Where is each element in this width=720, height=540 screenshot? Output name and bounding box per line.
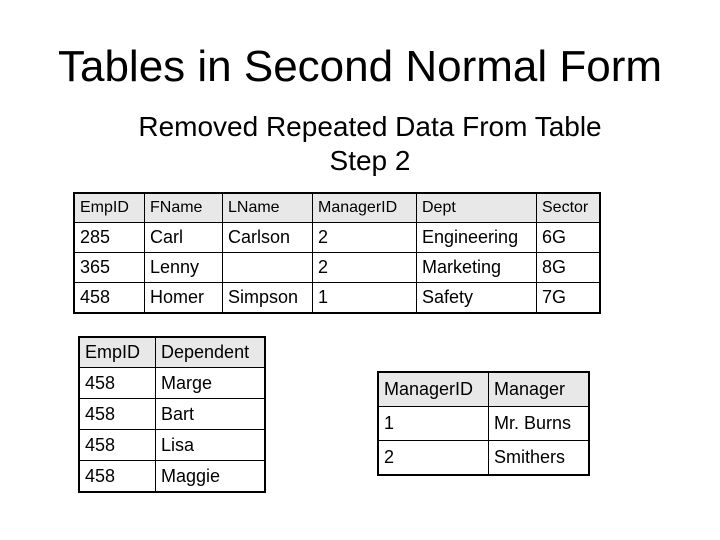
table-header-row: ManagerID Manager: [377, 371, 590, 407]
header-cell: LName: [222, 192, 313, 223]
table-cell: 458: [78, 429, 156, 461]
header-cell: EmpID: [78, 336, 156, 368]
header-cell: FName: [144, 192, 223, 223]
table-row: 285 Carl Carlson 2 Engineering 6G: [73, 222, 601, 253]
table-cell: Marketing: [416, 252, 537, 283]
table-cell: 458: [73, 282, 145, 314]
table-cell: 285: [73, 222, 145, 253]
table-cell: Safety: [416, 282, 537, 314]
slide-subtitle: Removed Repeated Data From Table Step 2: [0, 110, 720, 178]
table-cell: 2: [312, 222, 417, 253]
table-cell: 2: [312, 252, 417, 283]
table-cell: 1: [312, 282, 417, 314]
table-row: 2 Smithers: [377, 440, 590, 476]
header-cell: ManagerID: [377, 371, 489, 407]
table-row: 458 Marge: [78, 367, 266, 399]
table-cell: Carlson: [222, 222, 313, 253]
table-header-row: EmpID Dependent: [78, 336, 266, 368]
table-cell: 8G: [536, 252, 601, 283]
table-cell: Maggie: [155, 460, 266, 493]
table-cell: [222, 252, 313, 283]
subtitle-line-2: Step 2: [329, 145, 411, 176]
table-row: 458 Maggie: [78, 460, 266, 493]
employee-table: EmpID FName LName ManagerID Dept Sector …: [73, 192, 601, 314]
subtitle-line-1: Removed Repeated Data From Table: [138, 111, 602, 142]
table-cell: Marge: [155, 367, 266, 399]
table-row: 1 Mr. Burns: [377, 406, 590, 441]
header-cell: ManagerID: [312, 192, 417, 223]
table-cell: 365: [73, 252, 145, 283]
table-cell: 458: [78, 367, 156, 399]
header-cell: Dependent: [155, 336, 266, 368]
header-cell: EmpID: [73, 192, 145, 223]
header-cell: Sector: [536, 192, 601, 223]
table-cell: 7G: [536, 282, 601, 314]
table-cell: Engineering: [416, 222, 537, 253]
slide-title: Tables in Second Normal Form: [57, 42, 662, 91]
header-cell: Dept: [416, 192, 537, 223]
manager-table: ManagerID Manager 1 Mr. Burns 2 Smithers: [377, 371, 590, 476]
table-row: 458 Lisa: [78, 429, 266, 461]
table-cell: Bart: [155, 398, 266, 430]
table-row: 458 Homer Simpson 1 Safety 7G: [73, 282, 601, 314]
header-cell: Manager: [488, 371, 590, 407]
table-cell: 1: [377, 406, 489, 441]
table-cell: Mr. Burns: [488, 406, 590, 441]
table-cell: Smithers: [488, 440, 590, 476]
table-cell: Simpson: [222, 282, 313, 314]
table-cell: Lenny: [144, 252, 223, 283]
table-cell: 6G: [536, 222, 601, 253]
table-row: 458 Bart: [78, 398, 266, 430]
table-cell: 2: [377, 440, 489, 476]
table-cell: 458: [78, 398, 156, 430]
table-row: 365 Lenny 2 Marketing 8G: [73, 252, 601, 283]
table-cell: Carl: [144, 222, 223, 253]
dependent-table: EmpID Dependent 458 Marge 458 Bart 458 L…: [78, 336, 266, 493]
table-cell: 458: [78, 460, 156, 493]
table-cell: Lisa: [155, 429, 266, 461]
table-header-row: EmpID FName LName ManagerID Dept Sector: [73, 192, 601, 223]
table-cell: Homer: [144, 282, 223, 314]
